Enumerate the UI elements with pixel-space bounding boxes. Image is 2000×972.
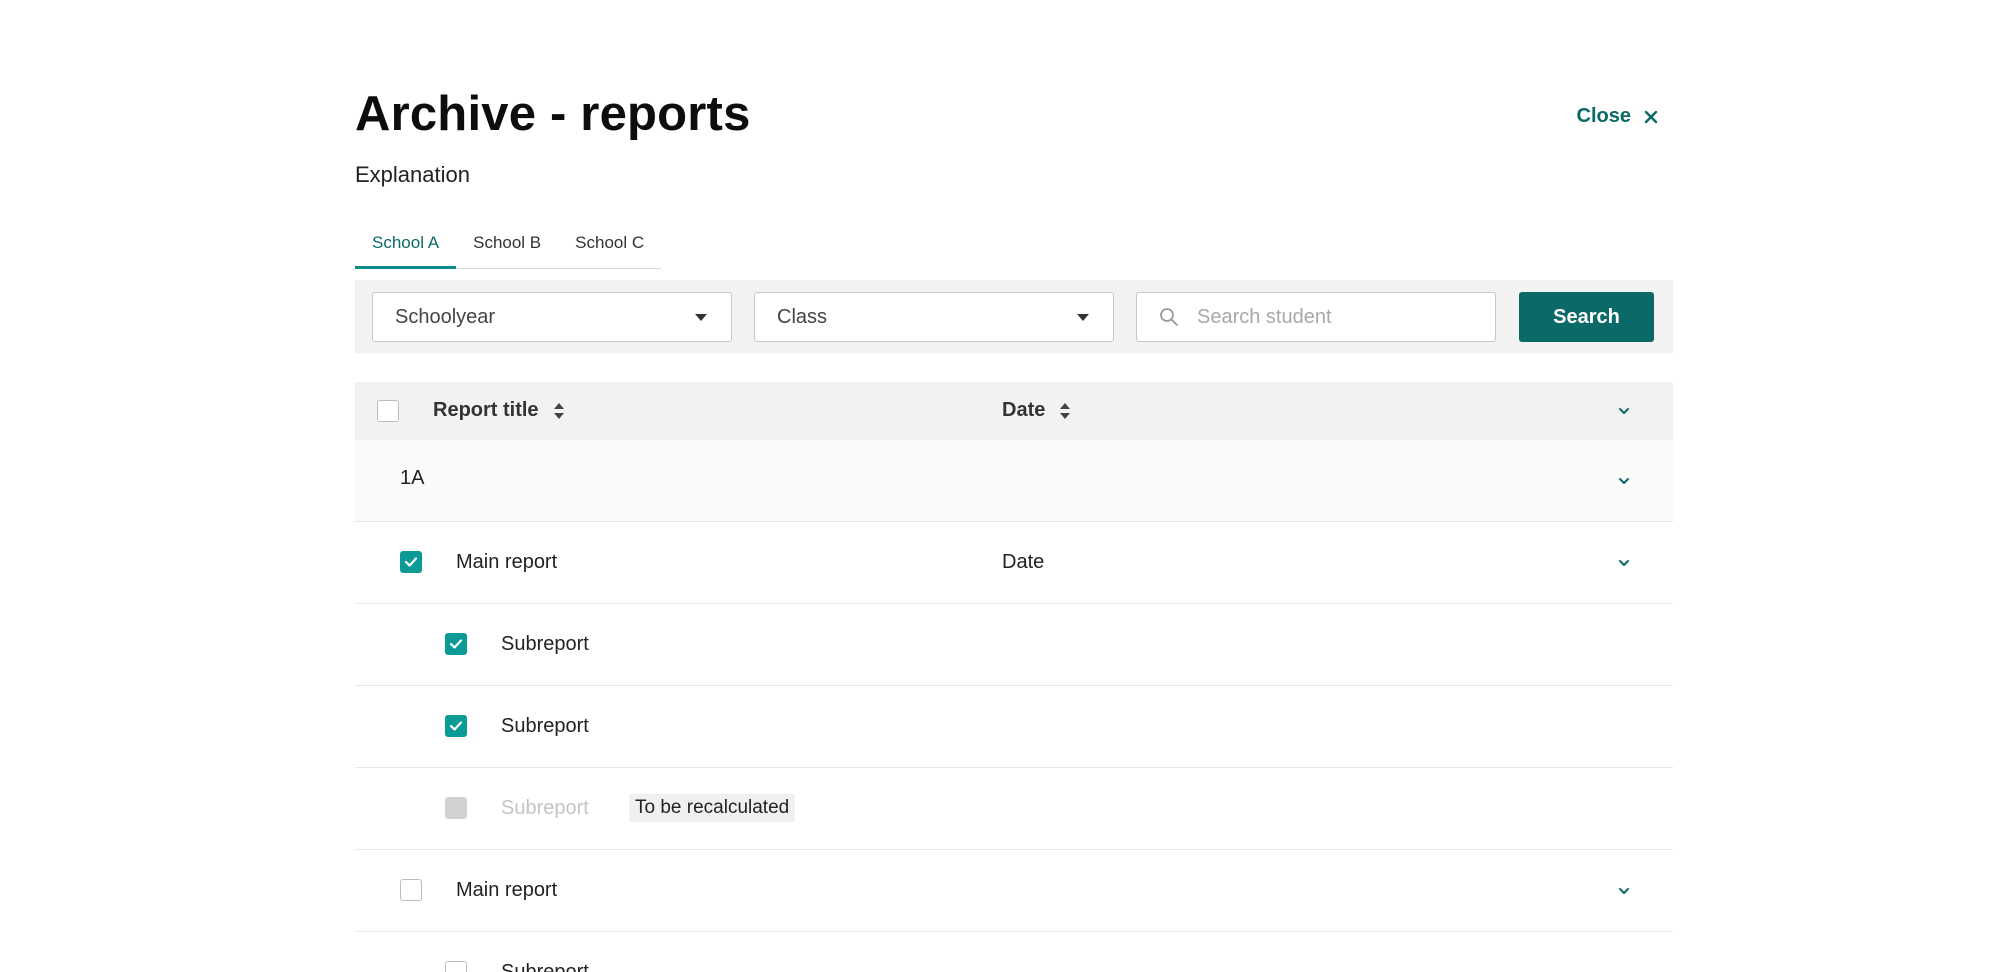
row-checkbox-disabled <box>445 797 467 819</box>
column-header-date-label: Date <box>1002 399 1046 421</box>
group-row-1a[interactable]: 1A <box>355 440 1673 522</box>
report-title: Subreport <box>501 633 589 655</box>
dialog-header: Archive - reports Explanation Close <box>355 0 1673 200</box>
check-icon <box>449 639 463 649</box>
sort-icon <box>1060 402 1071 419</box>
check-icon <box>404 557 418 567</box>
page-subtitle: Explanation <box>355 162 470 187</box>
column-header-date[interactable]: Date <box>1002 399 1071 422</box>
select-all-checkbox[interactable] <box>377 400 399 422</box>
search-icon <box>1160 308 1178 326</box>
table-row: Subreport <box>355 686 1673 768</box>
close-button[interactable]: Close <box>1577 105 1659 128</box>
chevron-down-icon[interactable] <box>1617 884 1631 898</box>
filter-bar: Schoolyear Class Search <box>355 280 1673 353</box>
report-title: Main report <box>456 879 558 901</box>
class-select-label: Class <box>777 305 828 328</box>
report-title: Subreport <box>501 961 589 972</box>
caret-down-icon <box>695 314 707 321</box>
tab-school-c[interactable]: School C <box>558 222 661 268</box>
close-icon <box>1644 110 1658 123</box>
caret-down-icon <box>1077 314 1089 321</box>
table-header: Report title Date <box>355 382 1673 440</box>
school-tabs: School A School B School C <box>355 222 662 269</box>
row-checkbox[interactable] <box>445 961 467 972</box>
column-header-report-title-label: Report title <box>433 399 539 421</box>
report-date: Date <box>1002 551 1045 573</box>
search-student-field <box>1136 292 1496 342</box>
tab-school-a[interactable]: School A <box>355 222 457 269</box>
tab-school-b[interactable]: School B <box>456 222 558 268</box>
chevron-down-icon[interactable] <box>1617 474 1631 488</box>
table-row: Subreport <box>355 604 1673 686</box>
archive-reports-dialog: Archive - reports Explanation Close Scho… <box>355 0 1673 972</box>
close-label: Close <box>1576 105 1631 127</box>
table-row: Subreport <box>355 932 1673 972</box>
report-title: Main report <box>456 551 558 573</box>
schoolyear-select-label: Schoolyear <box>395 305 496 328</box>
check-icon <box>449 721 463 731</box>
search-student-input[interactable] <box>1197 305 1467 329</box>
sort-icon <box>553 402 564 419</box>
chevron-down-icon[interactable] <box>1617 404 1631 418</box>
class-select[interactable]: Class <box>754 292 1114 342</box>
column-header-report-title[interactable]: Report title <box>433 399 565 422</box>
reports-table: Report title Date 1A Main report Date Su… <box>355 382 1673 972</box>
schoolyear-select[interactable]: Schoolyear <box>372 292 732 342</box>
row-checkbox[interactable] <box>400 551 422 573</box>
table-row: Main report <box>355 850 1673 932</box>
row-checkbox[interactable] <box>445 715 467 737</box>
report-title: Subreport <box>501 715 589 737</box>
table-row: Subreport To be recalculated <box>355 768 1673 850</box>
row-checkbox[interactable] <box>445 633 467 655</box>
search-button[interactable]: Search <box>1519 292 1654 342</box>
group-label: 1A <box>400 467 425 489</box>
status-badge: To be recalculated <box>629 794 796 822</box>
report-title: Subreport <box>501 797 589 819</box>
table-row: Main report Date <box>355 522 1673 604</box>
row-checkbox[interactable] <box>400 879 422 901</box>
page-title: Archive - reports <box>355 87 751 141</box>
chevron-down-icon[interactable] <box>1617 556 1631 570</box>
